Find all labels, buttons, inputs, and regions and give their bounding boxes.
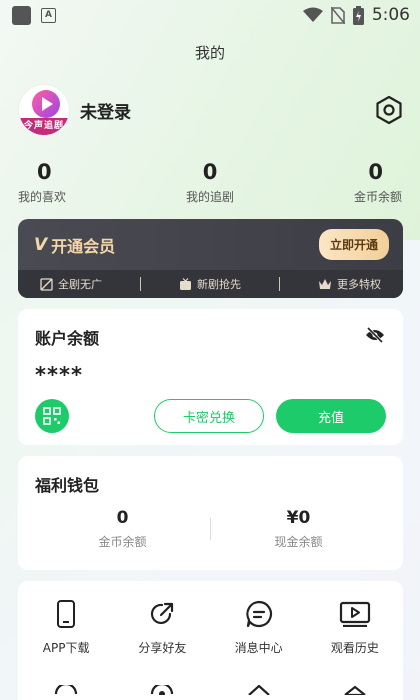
vip-v-icon: V xyxy=(34,234,48,255)
wallet-cash-label: 现金余额 xyxy=(274,535,323,549)
stats-row: 0 我的喜欢 0 我的追剧 0 金币余额 xyxy=(0,160,420,205)
vip-perk-label: 更多特权 xyxy=(337,278,381,291)
wallet-coins-value: 0 xyxy=(116,508,129,528)
toggle-visibility-button[interactable] xyxy=(365,326,385,347)
avatar-text: 今声追剧 xyxy=(19,118,69,135)
welfare-wallet-card: 福利钱包 0 金币余额 ¥0 现金余额 xyxy=(18,456,403,570)
tv-icon xyxy=(180,277,191,290)
vip-title-text: 开通会员 xyxy=(51,236,116,256)
status-bar: A 5:06 xyxy=(0,0,420,30)
notification-app-icon xyxy=(12,5,31,25)
stat-likes-value: 0 xyxy=(37,160,52,184)
vip-open-button[interactable]: 立即开通 xyxy=(318,229,389,260)
stat-likes[interactable]: 0 我的喜欢 xyxy=(18,160,78,205)
tool-message-center[interactable]: 消息中心 xyxy=(214,599,304,656)
tool-label: 观看历史 xyxy=(330,641,379,655)
battery-icon xyxy=(352,5,364,25)
profile-row[interactable]: 今声追剧 未登录 xyxy=(0,82,420,138)
crown-icon xyxy=(319,279,331,289)
vip-perk-more: 更多特权 xyxy=(318,276,381,292)
settings-hex-icon xyxy=(376,95,402,125)
stat-coins[interactable]: 0 金币余额 xyxy=(342,160,402,205)
username[interactable]: 未登录 xyxy=(80,98,374,123)
vip-perk-new: 新剧抢先 xyxy=(179,276,241,292)
app-logo-icon xyxy=(32,90,60,118)
partial-icon xyxy=(151,682,174,697)
vip-perk-label: 全剧无广 xyxy=(58,278,102,291)
tool-app-download[interactable]: APP下载 xyxy=(21,599,111,656)
balance-title: 账户余额 xyxy=(35,329,100,348)
stat-following-label: 我的追剧 xyxy=(185,190,234,204)
vip-card[interactable]: V 开通会员 立即开通 全剧无广 新剧抢先 更多特权 xyxy=(18,219,403,298)
tool-label: 消息中心 xyxy=(234,641,283,655)
balance-card: 账户余额 **** 卡密兑换 充值 xyxy=(18,309,403,445)
tool-watch-history[interactable]: 观看历史 xyxy=(310,599,400,656)
divider xyxy=(279,277,280,291)
page-title: 我的 xyxy=(194,44,225,62)
wallet-cash[interactable]: ¥0 现金余额 xyxy=(211,508,386,550)
history-icon xyxy=(339,601,370,627)
vip-perk-no-ads: 全剧无广 xyxy=(40,276,102,292)
tool-label: 分享好友 xyxy=(138,641,187,655)
stat-following[interactable]: 0 我的追剧 xyxy=(170,160,250,205)
redeem-card-button[interactable]: 卡密兑换 xyxy=(154,399,264,433)
divider xyxy=(140,277,141,291)
no-ads-icon xyxy=(40,277,53,291)
wallet-coins[interactable]: 0 金币余额 xyxy=(35,508,210,550)
wifi-icon xyxy=(302,7,323,22)
stat-following-value: 0 xyxy=(202,160,218,184)
partial-icon xyxy=(344,685,366,697)
tools-second-row xyxy=(18,680,403,699)
share-icon xyxy=(151,602,174,625)
partial-icon xyxy=(55,682,78,695)
vip-title: V 开通会员 xyxy=(34,233,115,257)
wallet-coins-label: 金币余额 xyxy=(98,535,147,549)
partial-icon xyxy=(247,684,270,696)
phone-icon xyxy=(57,600,76,628)
settings-button[interactable] xyxy=(374,95,404,125)
no-sim-icon xyxy=(330,6,345,24)
recharge-button[interactable]: 充值 xyxy=(276,399,386,433)
stat-likes-label: 我的喜欢 xyxy=(18,190,67,204)
wallet-cash-value: ¥0 xyxy=(286,508,311,528)
stat-coins-value: 0 xyxy=(368,160,383,184)
qr-code-icon xyxy=(43,407,61,425)
tools-card: APP下载 分享好友 消息中心 观看历史 xyxy=(18,581,403,700)
avatar[interactable]: 今声追剧 xyxy=(18,84,70,136)
tool-label: APP下载 xyxy=(42,641,90,655)
message-icon xyxy=(245,600,272,628)
balance-masked-value: **** xyxy=(35,363,83,387)
eye-off-icon xyxy=(366,326,384,344)
wallet-title: 福利钱包 xyxy=(35,476,100,495)
notification-a-icon: A xyxy=(41,7,56,23)
vip-perk-label: 新剧抢先 xyxy=(197,278,241,291)
tool-share-friends[interactable]: 分享好友 xyxy=(117,599,207,656)
vip-perks: 全剧无广 新剧抢先 更多特权 xyxy=(18,270,403,298)
stat-coins-label: 金币余额 xyxy=(353,190,402,204)
status-time: 5:06 xyxy=(371,5,410,25)
qr-code-button[interactable] xyxy=(35,399,69,433)
